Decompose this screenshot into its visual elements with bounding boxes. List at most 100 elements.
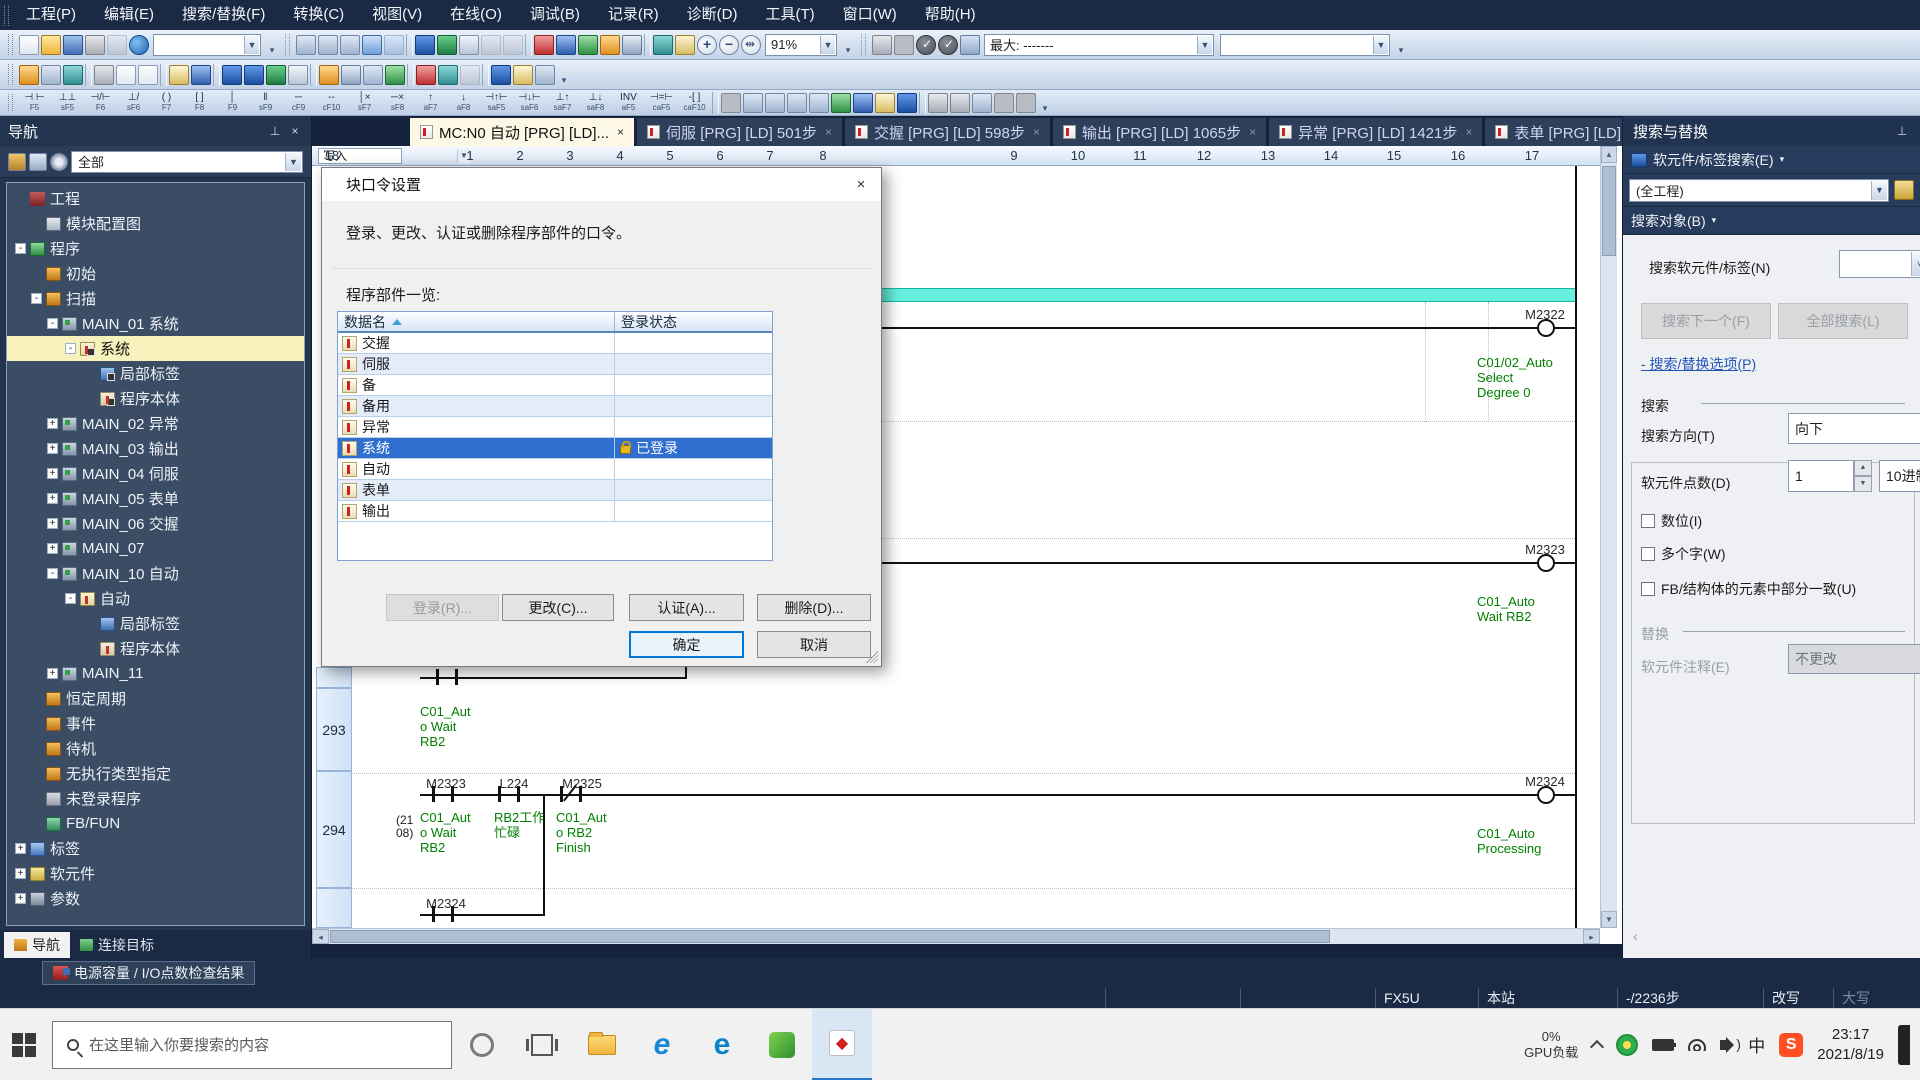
tree-expand-icon[interactable] [29,153,47,171]
table-row[interactable]: 表单 [338,480,772,501]
toolbar-overflow-icon[interactable]: ▾ [265,34,279,56]
authenticate-button[interactable]: 认证(A)... [629,594,744,621]
toolbar-icon[interactable] [525,34,532,56]
ladder-symbol-button[interactable]: ⊥↓ saF8 [580,91,611,115]
points-spinner[interactable]: ▲ ▼ [1854,460,1872,492]
toolbar-icon[interactable] [622,35,642,55]
tree-item[interactable]: 程序本体 [7,636,304,661]
ladder-symbol-button[interactable]: ⊣/⊢ F6 [85,91,116,115]
toolbar-icon[interactable] [63,65,83,85]
ladder-contact[interactable] [436,669,458,685]
tree-item[interactable]: 事件 [7,711,304,736]
toolbar-icon[interactable] [765,93,785,113]
toolbar-icon[interactable] [897,93,917,113]
toolbar-icon[interactable] [437,35,457,55]
fb-partial-match-checkbox[interactable]: FB/结构体的元素中部分一致(U) [1641,579,1856,599]
ladder-symbol-button[interactable]: INV aF5 [613,91,644,115]
toolbar-icon[interactable] [872,35,892,55]
tree-item[interactable]: MAIN_04 伺服 [7,461,304,486]
checkbox-icon[interactable] [1641,547,1655,561]
toolbar-icon[interactable] [340,35,360,55]
toolbar-icon[interactable] [138,65,158,85]
expander-icon[interactable] [47,468,58,479]
ime-indicator[interactable]: 中 [1748,1032,1765,1057]
close-icon[interactable]: × [287,123,303,139]
search-scope-combo[interactable]: (全工程)▼ [1629,179,1889,202]
internet-explorer-button[interactable]: e [632,1009,692,1080]
toolbar-icon[interactable] [288,65,308,85]
expander-icon[interactable] [47,543,58,554]
expander-icon[interactable] [15,843,26,854]
tree-item[interactable]: 扫描 [7,286,304,311]
table-row[interactable]: 交握 [338,333,772,354]
toolbar-icon[interactable] [19,65,39,85]
ladder-symbol-button[interactable]: ⊣ ⊢ F5 [19,91,50,115]
tree-item[interactable]: 未登录程序 [7,786,304,811]
toolbar-icon[interactable] [341,65,361,85]
ladder-symbol-button[interactable]: ⊣=⊢ caF5 [646,91,677,115]
toolbar-icon[interactable] [578,35,598,55]
tree-item[interactable]: 参数 [7,886,304,911]
expander-icon[interactable] [15,243,26,254]
multi-word-checkbox[interactable]: 多个字(W) [1641,544,1726,564]
taskbar-search-box[interactable]: 在这里输入你要搜索的内容 [52,1021,452,1069]
toolbar-icon[interactable] [191,65,211,85]
ladder-symbol-button[interactable]: │ F9 [217,91,248,115]
spinner-down-icon[interactable]: ▼ [1854,476,1872,492]
checkbox-icon[interactable] [1641,514,1655,528]
tree-item[interactable]: MAIN_01 系统 [7,311,304,336]
number-base-combo[interactable]: 10进制 [1879,460,1920,492]
delete-button[interactable]: 删除(D)... [757,594,871,621]
edge-button[interactable]: e [692,1009,752,1080]
toolbar-icon[interactable] [938,35,958,55]
tree-item[interactable]: MAIN_06 交握 [7,511,304,536]
chevron-down-icon[interactable]: ▼ [820,36,835,54]
power-capacity-bar[interactable]: 电源容量 / I/O点数检查结果 [42,961,255,985]
toolbar-icon[interactable] [169,65,189,85]
ladder-symbol-button[interactable]: ─× sF8 [382,91,413,115]
toolbar-icon[interactable] [41,65,61,85]
find-target-combo[interactable]: ˅ [1839,250,1920,278]
max-device-combo[interactable]: 最大: -------▼ [984,34,1214,56]
tree-item[interactable]: 模块配置图 [7,211,304,236]
ladder-contact[interactable] [498,786,520,802]
scroll-left-icon[interactable]: ◂ [312,929,329,944]
toolbar-icon[interactable] [296,35,316,55]
search-mode-row[interactable]: 软元件/标签搜索(E) ▾ [1623,146,1920,174]
expander-icon[interactable] [47,418,58,429]
expander-icon[interactable] [15,868,26,879]
toolbar-icon[interactable] [721,93,741,113]
toolbar-icon[interactable] [415,35,435,55]
close-icon[interactable]: × [1249,125,1256,139]
toolbar-icon[interactable] [407,64,414,86]
toolbar-icon[interactable] [556,35,576,55]
table-row[interactable]: 系统 已登录 [338,438,772,459]
tree-item[interactable]: 待机 [7,736,304,761]
toolbar-icon[interactable] [160,64,167,86]
toolbar-overflow-icon[interactable]: ▾ [1394,34,1408,56]
toolbar-icon[interactable] [319,65,339,85]
zoom-icon[interactable] [719,35,739,55]
sogou-input-icon[interactable]: S [1779,1033,1803,1057]
tree-item[interactable]: 系统 [7,336,304,361]
menu-item[interactable]: 工程(P) [13,0,89,30]
expander-icon[interactable] [15,893,26,904]
expander-icon[interactable] [47,443,58,454]
toolbar-icon[interactable] [85,64,92,86]
device-combo[interactable]: ▼ [1220,34,1390,56]
checkbox-icon[interactable] [1641,582,1655,596]
table-row[interactable]: 伺服 [338,354,772,375]
scrollbar-thumb[interactable] [1602,166,1616,256]
tree-item[interactable]: MAIN_07 [7,536,304,561]
ladder-symbol-button[interactable]: ( ) F7 [151,91,182,115]
expander-icon[interactable] [47,318,58,329]
scrollbar-thumb[interactable] [330,930,1330,943]
ladder-symbol-button[interactable]: │× sF7 [349,91,380,115]
menu-item[interactable]: 窗口(W) [830,0,910,30]
menu-item[interactable]: 视图(V) [359,0,435,30]
menu-item[interactable]: 在线(O) [437,0,515,30]
device-points-input[interactable]: 1 [1788,460,1854,492]
wifi-icon[interactable] [1688,1039,1706,1051]
toolbar-icon[interactable] [916,35,936,55]
toolbar-icon[interactable] [875,93,895,113]
